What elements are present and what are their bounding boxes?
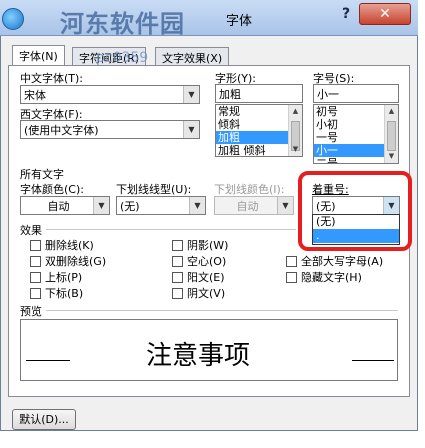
checkbox-label: 隐藏文字(H) bbox=[301, 271, 362, 284]
scrollbar-thumb[interactable] bbox=[387, 121, 396, 151]
emboss-checkbox[interactable]: 阳文(E) bbox=[172, 269, 225, 285]
scrollbar[interactable]: ▲ ▼ bbox=[384, 105, 398, 163]
chevron-down-icon[interactable]: ▼ bbox=[183, 121, 199, 138]
all-text-heading: 所有文字 bbox=[20, 168, 64, 181]
checkbox-box[interactable] bbox=[286, 255, 297, 267]
underline-color-label: 下划线颜色(I): bbox=[214, 183, 285, 196]
chevron-down-icon[interactable]: ▼ bbox=[183, 86, 199, 103]
help-button[interactable]: ? bbox=[335, 6, 357, 26]
checkbox-box[interactable] bbox=[172, 271, 183, 283]
font-color-select[interactable]: 自动 ▼ bbox=[20, 196, 110, 215]
preview-baseline-right bbox=[352, 360, 394, 361]
checkbox-box[interactable] bbox=[30, 255, 41, 267]
subscript-checkbox[interactable]: 下标(B) bbox=[30, 285, 83, 301]
chevron-down-icon[interactable]: ▼ bbox=[385, 150, 398, 163]
checkbox-box[interactable] bbox=[30, 271, 41, 283]
preview-heading: 预览 bbox=[20, 305, 42, 318]
checkbox-box[interactable] bbox=[286, 271, 297, 283]
outline-checkbox[interactable]: 空心(O) bbox=[172, 253, 226, 269]
chevron-up-icon[interactable]: ▲ bbox=[385, 105, 398, 118]
dialog-title: 字体 bbox=[226, 14, 253, 29]
chinese-font-label: 中文字体(T): bbox=[20, 72, 84, 85]
preview-baseline-left bbox=[26, 360, 70, 361]
engrave-checkbox[interactable]: 阴文(V) bbox=[172, 285, 225, 301]
shadow-checkbox[interactable]: 阴影(W) bbox=[172, 237, 228, 253]
font-color-value: 自动 bbox=[47, 200, 70, 213]
chevron-up-icon[interactable]: ▲ bbox=[289, 105, 302, 118]
font-size-list[interactable]: 初号 小初 一号 小一 二号 ▲ ▼ bbox=[313, 104, 399, 164]
checkbox-box[interactable] bbox=[172, 255, 183, 267]
checkbox-label: 上标(P) bbox=[45, 271, 83, 284]
background-text-strip bbox=[0, 431, 425, 448]
chevron-down-icon[interactable]: ▼ bbox=[189, 197, 205, 214]
checkbox-box[interactable] bbox=[172, 239, 183, 251]
highlight-annotation bbox=[298, 171, 412, 251]
font-size-input[interactable]: 小一 bbox=[313, 84, 399, 103]
checkbox-label: 下标(B) bbox=[45, 287, 84, 300]
preview-sample-text: 注意事项 bbox=[146, 341, 251, 371]
chevron-down-icon: ▼ bbox=[277, 197, 293, 214]
checkbox-label: 阴影(W) bbox=[187, 239, 229, 252]
hidden-text-checkbox[interactable]: 隐藏文字(H) bbox=[286, 269, 362, 285]
checkbox-box[interactable] bbox=[30, 239, 41, 251]
font-style-input[interactable]: 加粗 bbox=[215, 84, 303, 103]
close-button[interactable]: ✕ bbox=[359, 3, 411, 25]
font-color-label: 字体颜色(C): bbox=[20, 183, 84, 196]
effects-heading: 效果 bbox=[20, 224, 42, 237]
default-button[interactable]: 默认(D)... bbox=[12, 409, 76, 430]
font-style-list[interactable]: 常规 倾斜 加粗 加粗 倾斜 ▲ ▼ bbox=[215, 104, 303, 157]
checkbox-label: 阳文(E) bbox=[187, 271, 225, 284]
tab-font[interactable]: 字体(N) bbox=[12, 45, 65, 66]
all-caps-checkbox[interactable]: 全部大写字母(A) bbox=[286, 253, 383, 269]
western-font-value: (使用中文字体) bbox=[24, 124, 99, 137]
chinese-font-value: 宋体 bbox=[24, 89, 46, 102]
chinese-font-select[interactable]: 宋体 ▼ bbox=[20, 85, 200, 104]
superscript-checkbox[interactable]: 上标(P) bbox=[30, 269, 82, 285]
logo-icon bbox=[2, 8, 24, 30]
underline-color-value: 自动 bbox=[236, 200, 259, 213]
tab-text-effects[interactable]: 文字效果(X) bbox=[155, 47, 230, 66]
strikethrough-checkbox[interactable]: 删除线(K) bbox=[30, 237, 94, 253]
checkbox-box[interactable] bbox=[30, 287, 41, 299]
underline-type-label: 下划线线型(U): bbox=[116, 183, 192, 196]
watermark-logo-text: 河东软件园 bbox=[60, 10, 185, 38]
checkbox-box[interactable] bbox=[172, 287, 183, 299]
checkbox-label: 全部大写字母(A) bbox=[301, 255, 384, 268]
chevron-down-icon[interactable]: ▼ bbox=[93, 197, 109, 214]
divider bbox=[46, 310, 398, 311]
double-strikethrough-checkbox[interactable]: 双删除线(G) bbox=[30, 253, 106, 269]
underline-type-select[interactable]: (无) ▼ bbox=[116, 196, 206, 215]
scrollbar[interactable]: ▲ ▼ bbox=[288, 105, 302, 156]
western-font-select[interactable]: (使用中文字体) ▼ bbox=[20, 120, 200, 139]
checkbox-label: 阴文(V) bbox=[187, 287, 226, 300]
checkbox-label: 双删除线(G) bbox=[45, 255, 107, 268]
underline-color-select: 自动 ▼ bbox=[214, 196, 294, 215]
checkbox-label: 删除线(K) bbox=[45, 239, 94, 252]
underline-type-value: (无) bbox=[120, 200, 140, 213]
chevron-down-icon[interactable]: ▼ bbox=[289, 143, 302, 156]
checkbox-label: 空心(O) bbox=[187, 255, 227, 268]
divider bbox=[46, 229, 296, 230]
watermark-text: pc0359 bbox=[96, 50, 149, 66]
